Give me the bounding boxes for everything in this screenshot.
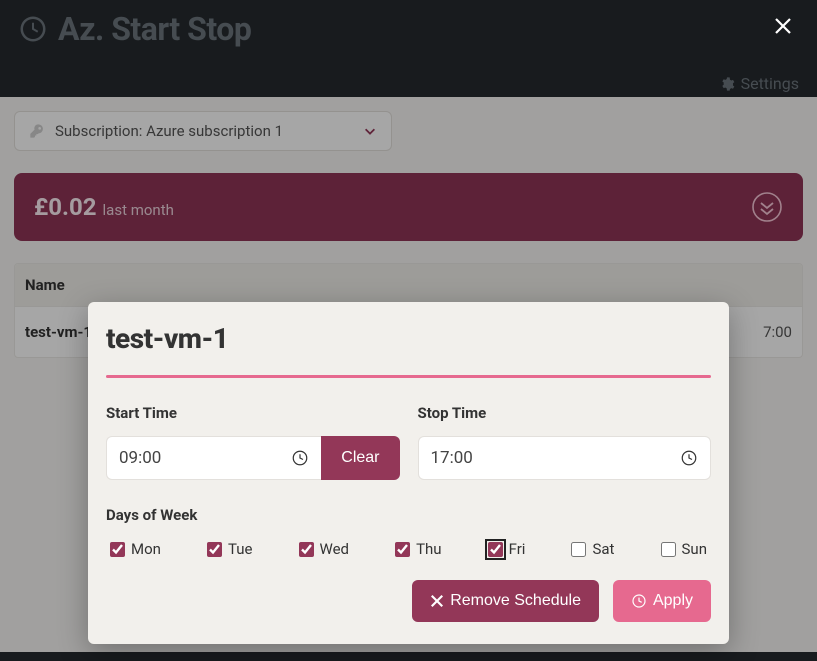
divider bbox=[106, 375, 711, 378]
day-wed[interactable]: Wed bbox=[299, 540, 350, 558]
remove-schedule-button[interactable]: Remove Schedule bbox=[412, 580, 599, 622]
app-header: Az. Start Stop Settings bbox=[0, 0, 817, 97]
day-thu[interactable]: Thu bbox=[395, 540, 441, 558]
checkbox-tue[interactable] bbox=[207, 542, 222, 557]
cost-text: £0.02 last month bbox=[34, 193, 174, 221]
day-fri[interactable]: Fri bbox=[488, 540, 526, 558]
key-icon bbox=[29, 123, 45, 139]
chevron-down-icon bbox=[363, 124, 377, 138]
row-time: 7:00 bbox=[763, 323, 792, 341]
modal-title: test-vm-1 bbox=[106, 322, 711, 355]
checkbox-sun[interactable] bbox=[661, 542, 676, 557]
subscription-select[interactable]: Subscription: Azure subscription 1 bbox=[14, 111, 392, 151]
day-sat[interactable]: Sat bbox=[571, 540, 614, 558]
cost-amount: £0.02 bbox=[34, 193, 97, 221]
app-title-row: Az. Start Stop bbox=[18, 10, 799, 48]
apply-button[interactable]: Apply bbox=[613, 580, 711, 622]
remove-schedule-label: Remove Schedule bbox=[450, 592, 581, 610]
stop-time-value: 17:00 bbox=[431, 448, 473, 468]
row-name: test-vm-1 bbox=[25, 323, 92, 341]
subscription-label: Subscription: Azure subscription 1 bbox=[55, 122, 283, 140]
checkbox-mon[interactable] bbox=[110, 542, 125, 557]
clock-icon bbox=[680, 449, 698, 467]
gear-icon bbox=[719, 76, 735, 92]
stop-time-input[interactable]: 17:00 bbox=[418, 436, 712, 480]
settings-link[interactable]: Settings bbox=[18, 74, 799, 93]
day-tue[interactable]: Tue bbox=[207, 540, 252, 558]
days-of-week-label: Days of Week bbox=[106, 506, 711, 524]
checkbox-wed[interactable] bbox=[299, 542, 314, 557]
start-time-value: 09:00 bbox=[119, 448, 161, 468]
cost-banner[interactable]: £0.02 last month bbox=[14, 173, 803, 241]
days-of-week-row: Mon Tue Wed Thu Fri Sat Sun bbox=[106, 540, 711, 558]
modal-actions: Remove Schedule Apply bbox=[106, 580, 711, 622]
clock-icon bbox=[631, 593, 647, 609]
stop-time-block: Stop Time 17:00 bbox=[418, 404, 712, 480]
start-time-label: Start Time bbox=[106, 404, 400, 422]
table-header: Name bbox=[15, 264, 802, 307]
cost-period: last month bbox=[103, 201, 174, 219]
col-name: Name bbox=[25, 276, 65, 294]
start-time-input[interactable]: 09:00 bbox=[106, 436, 321, 480]
clock-icon bbox=[291, 449, 309, 467]
clock-logo-icon bbox=[18, 14, 48, 44]
expand-down-icon[interactable] bbox=[751, 191, 783, 223]
times-row: Start Time 09:00 Clear Stop Time 17:00 bbox=[106, 404, 711, 480]
app-title: Az. Start Stop bbox=[58, 10, 251, 48]
x-icon bbox=[430, 594, 444, 608]
checkbox-thu[interactable] bbox=[395, 542, 410, 557]
start-time-block: Start Time 09:00 Clear bbox=[106, 404, 400, 480]
clear-button[interactable]: Clear bbox=[321, 436, 399, 480]
stop-time-label: Stop Time bbox=[418, 404, 712, 422]
day-sun[interactable]: Sun bbox=[661, 540, 707, 558]
checkbox-sat[interactable] bbox=[571, 542, 586, 557]
day-mon[interactable]: Mon bbox=[110, 540, 161, 558]
close-icon[interactable] bbox=[773, 16, 793, 36]
settings-label: Settings bbox=[741, 74, 799, 93]
schedule-modal: test-vm-1 Start Time 09:00 Clear Stop Ti… bbox=[88, 302, 729, 644]
checkbox-fri[interactable] bbox=[488, 542, 503, 557]
apply-label: Apply bbox=[653, 592, 693, 610]
